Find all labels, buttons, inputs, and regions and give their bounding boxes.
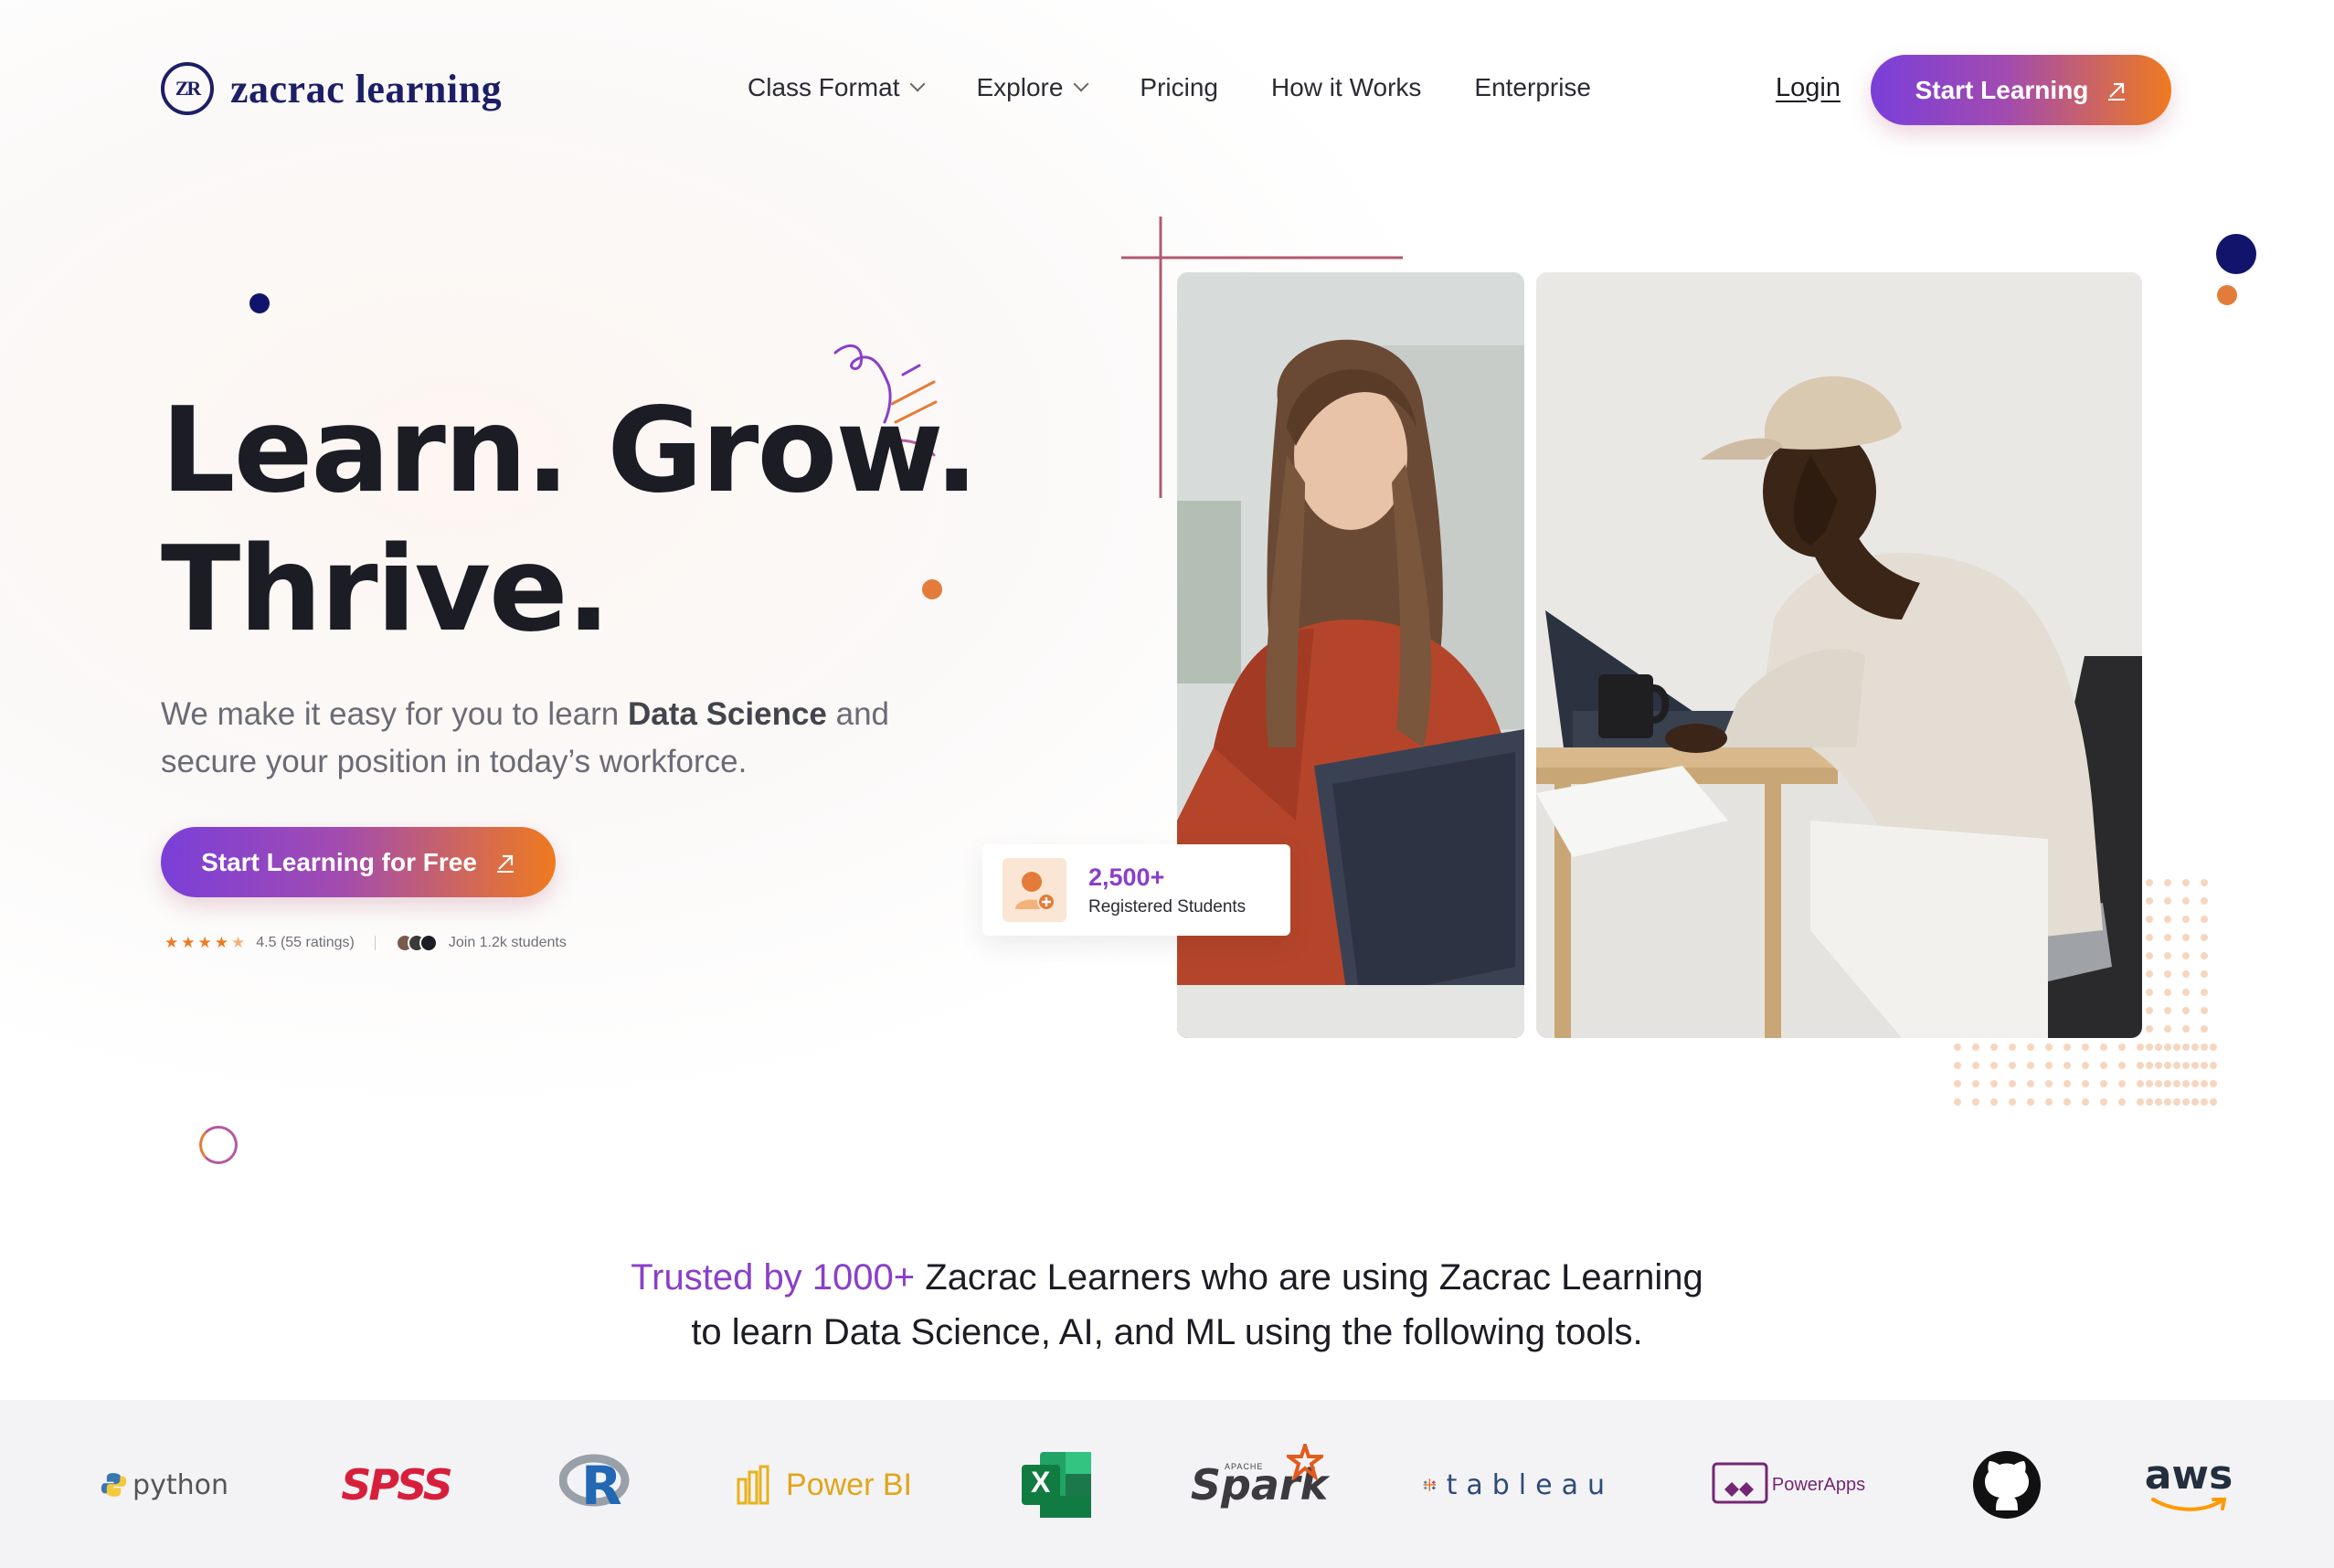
rating-text: 4.5 (55 ratings) (256, 935, 355, 950)
add-user-icon (1003, 858, 1066, 922)
site-header: ZR zacrac learning Class Format Explore … (0, 0, 2334, 183)
powerapps-logo-icon: PowerApps (1711, 1444, 1866, 1526)
nav-item-enterprise[interactable]: Enterprise (1474, 73, 1591, 102)
start-learning-free-label: Start Learning for Free (201, 847, 477, 876)
github-logo-icon (1972, 1444, 2042, 1526)
trusted-line-1-rest: Zacrac Learners who are using Zacrac Lea… (915, 1257, 1703, 1298)
tool-label: X (1031, 1466, 1051, 1499)
external-arrow-icon (2108, 82, 2126, 101)
nav-item-label: Explore (976, 73, 1064, 101)
trusted-line-2: to learn Data Science, AI, and ML using … (691, 1312, 1643, 1352)
tool-tag: APACHE (1225, 1462, 1264, 1471)
divider (374, 936, 376, 950)
logo-mark-icon: ZR (161, 62, 214, 115)
dots-pattern-horizontal (1952, 1042, 2217, 1107)
python-snake-icon (101, 1473, 127, 1497)
hero-headline: Learn. Grow. Thrive. (161, 382, 979, 660)
tool-label: aws (2144, 1452, 2233, 1499)
chevron-down-icon (1073, 76, 1089, 92)
decor-ring (199, 1126, 238, 1164)
avatar (419, 934, 438, 952)
login-link[interactable]: Login (1776, 73, 1841, 103)
join-students-text: Join 1.2k students (448, 935, 567, 950)
stat-number: 2,500+ (1088, 863, 1165, 891)
student-photo-man (1536, 272, 2142, 1038)
rating-stars: ★ ★ ★ ★ ★ (164, 934, 245, 952)
subtext-pre: We make it easy for you to learn (161, 696, 628, 732)
trusted-statement: Trusted by 1000+ Zacrac Learners who are… (0, 1250, 2334, 1360)
nav-item-label: Enterprise (1474, 73, 1592, 101)
powerapps-diamond-icon (1712, 1462, 1768, 1504)
trusted-highlight: Trusted by 1000+ (631, 1257, 916, 1298)
main-nav: Class Format Explore Pricing How it Work… (748, 73, 1591, 102)
brand-name: zacrac learning (230, 66, 503, 111)
decor-dot-orange-right (2217, 285, 2237, 305)
hero-subtext: We make it easy for you to learn Data Sc… (161, 691, 919, 786)
brand-logo[interactable]: ZR zacrac learning (161, 62, 502, 115)
tool-label: tableau (1446, 1468, 1614, 1501)
stat-label: Registered Students (1088, 896, 1247, 916)
start-learning-label: Start Learning (1915, 75, 2089, 104)
man-laptop-illustration (1536, 272, 2142, 1038)
star-icon: ★ (214, 934, 228, 951)
nav-item-label: Class Format (748, 73, 900, 101)
powerbi-bars-icon (737, 1465, 769, 1505)
excel-logo-icon: X (1018, 1444, 1095, 1526)
r-logo-icon: R (559, 1444, 632, 1526)
aws-logo-icon: aws (2138, 1444, 2239, 1526)
tool-label: R (581, 1455, 622, 1517)
tool-label: SPSS (341, 1460, 452, 1510)
spss-logo-icon: SPSS (336, 1444, 455, 1526)
spark-star-icon (1287, 1444, 1323, 1480)
star-icon: ★ (164, 934, 179, 951)
trusted-line-1: Trusted by 1000+ Zacrac Learners who are… (0, 1250, 2334, 1305)
star-icon: ★ (181, 934, 196, 951)
tool-label: python (133, 1468, 228, 1501)
nav-item-label: Pricing (1140, 73, 1218, 101)
headline-line-2: Thrive. (161, 522, 610, 658)
start-learning-button[interactable]: Start Learning (1871, 55, 2171, 125)
star-half-icon: ★ (231, 934, 246, 951)
tool-label: Power BI (786, 1467, 912, 1502)
headline-line-1: Learn. Grow. (161, 383, 979, 519)
chevron-down-icon (909, 76, 926, 92)
tableau-logo-icon: tableau (1422, 1444, 1614, 1526)
decor-dot-navy-small (249, 293, 270, 313)
registered-students-card: 2,500+ Registered Students (982, 844, 1290, 936)
spark-logo-icon: APACHE Spark (1191, 1444, 1328, 1526)
nav-item-how-it-works[interactable]: How it Works (1271, 73, 1421, 102)
nav-item-label: How it Works (1271, 73, 1422, 101)
external-arrow-icon (496, 854, 514, 873)
tool-label: PowerApps (1771, 1474, 1866, 1495)
nav-item-pricing[interactable]: Pricing (1140, 73, 1218, 102)
nav-item-explore[interactable]: Explore (976, 73, 1089, 102)
student-avatars (395, 934, 438, 952)
powerbi-logo-icon: Power BI (731, 1444, 914, 1526)
hero-social-proof: ★ ★ ★ ★ ★ 4.5 (55 ratings) Join 1.2k stu… (164, 934, 567, 952)
tableau-cross-icon (1423, 1478, 1437, 1491)
python-logo-icon: python (101, 1444, 228, 1526)
nav-item-class-format[interactable]: Class Format (748, 73, 926, 102)
start-learning-free-button[interactable]: Start Learning for Free (161, 827, 556, 897)
github-octocat-icon (1973, 1451, 2041, 1519)
subtext-highlight: Data Science (627, 696, 827, 732)
decor-dot-navy-large (2216, 234, 2256, 274)
aws-smile-arrow-icon (2151, 1498, 2227, 1511)
star-icon: ★ (197, 934, 212, 951)
